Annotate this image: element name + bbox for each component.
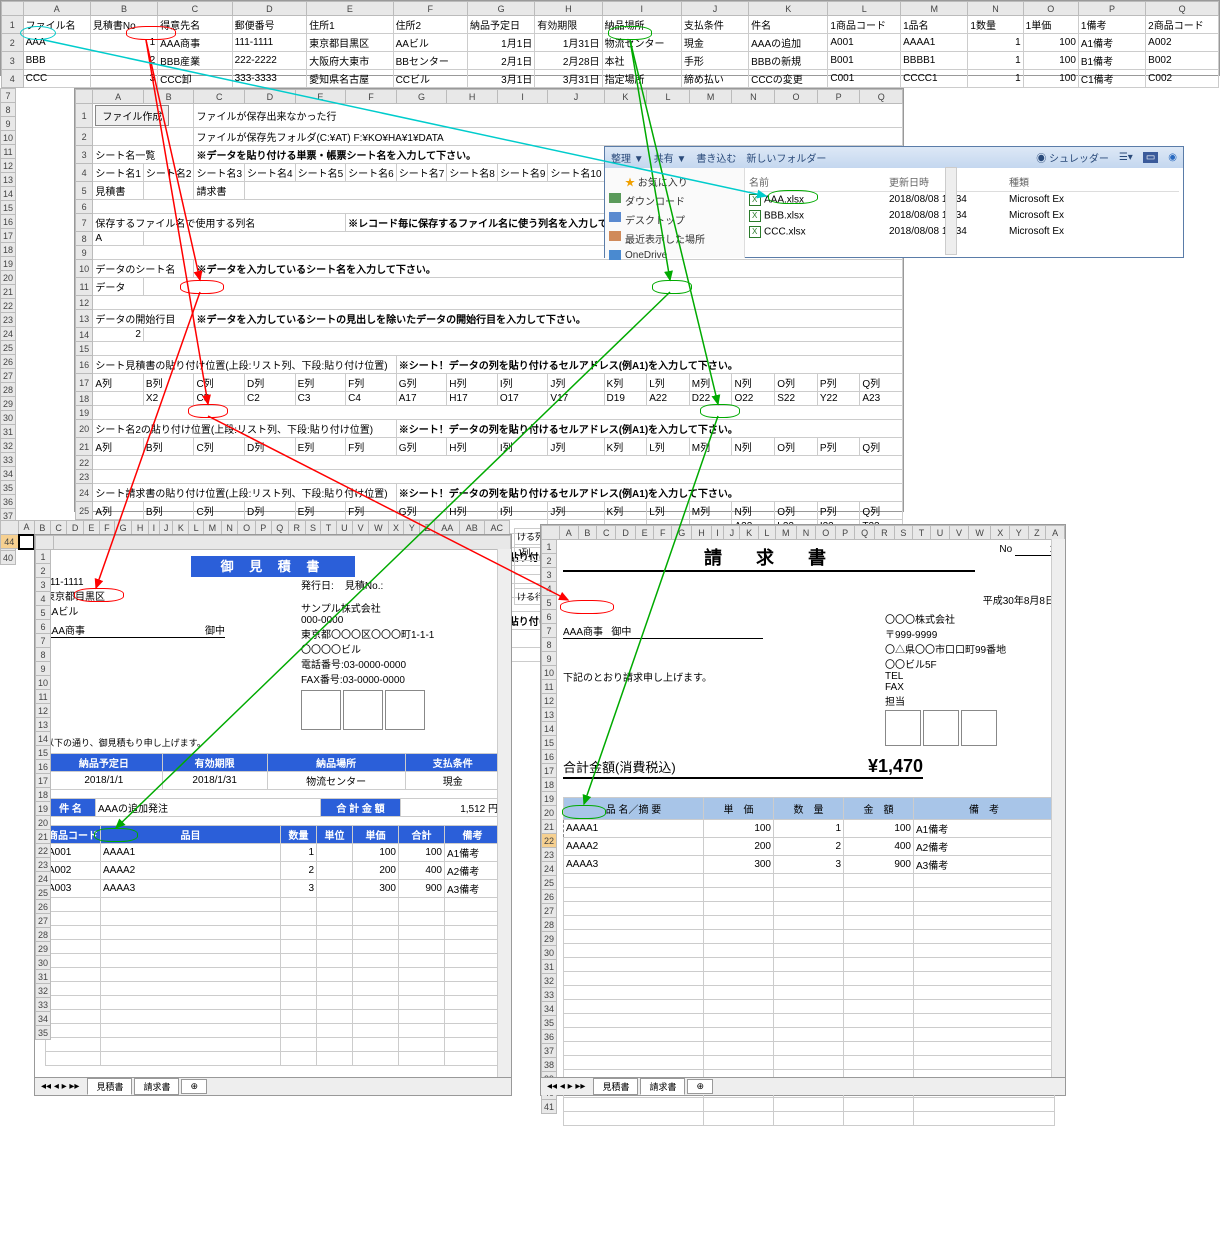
table-row[interactable]: AAAA33003900A3備考 xyxy=(564,856,1055,874)
favorites[interactable]: ★ お気に入り xyxy=(609,172,740,191)
top-data-sheet: ABCDEFGHIJKLMNOPQ 1ファイル名見積書No得意先名郵便番号住所1… xyxy=(0,0,1220,76)
scrollbar[interactable] xyxy=(497,549,511,1077)
onedrive[interactable]: OneDrive xyxy=(609,248,740,263)
invoice-customer: AAA商事 xyxy=(563,627,603,638)
col-headers: ABCDEFGHIJKLMNOPQ xyxy=(2,2,1219,16)
shredder-button[interactable]: ◉ シュレッダー xyxy=(1036,150,1109,165)
file-row[interactable]: CCC.xlsx2018/08/08 10:34Microsoft Ex xyxy=(749,224,1179,240)
scrollbar[interactable] xyxy=(945,167,957,255)
data-row[interactable]: 4CCC3CCC卸333-3333愛知県名古屋CCビル3月1日3月31日指定場所… xyxy=(2,70,1219,88)
table-row[interactable]: AAAA11001100A1備考 xyxy=(564,820,1055,838)
invoice-title: 請 求 書 xyxy=(563,544,975,572)
file-create-button[interactable]: ファイル作成 xyxy=(95,105,169,126)
xlsx-icon xyxy=(749,194,761,206)
table-row[interactable]: A002AAAA22200400A2備考 xyxy=(46,862,501,880)
view-icon[interactable]: ☰▾ xyxy=(1119,152,1133,163)
organize-button[interactable]: 整理 ▼ xyxy=(611,150,644,165)
data-row[interactable]: 3BBB2BBB産業222-2222大阪府大東市BBセンター2月1日2月28日本… xyxy=(2,52,1219,70)
quote-title: 御 見 積 書 xyxy=(191,556,356,577)
tab-quote[interactable]: 見積書 xyxy=(87,1078,132,1095)
outer-row-headers: 7891011121314151617181920212223242526272… xyxy=(0,88,18,565)
tab-invoice[interactable]: 請求書 xyxy=(640,1078,685,1095)
preview-icon[interactable]: ▭ xyxy=(1143,152,1158,163)
label: ファイルが保存出来なかった行 xyxy=(194,104,903,128)
tab-new[interactable]: ⊕ xyxy=(687,1079,713,1094)
share-button[interactable]: 共有 ▼ xyxy=(654,150,687,165)
xlsx-icon xyxy=(749,226,761,238)
file-row[interactable]: AAA.xlsx2018/08/08 10:34Microsoft Ex xyxy=(749,192,1179,208)
help-icon[interactable]: ◉ xyxy=(1168,152,1177,163)
scrollbar[interactable] xyxy=(1051,539,1065,1077)
invoice-sheet: ABCDEFGHIJKLMNOPQRSTUVWXYZA 請 求 書No 1 平成… xyxy=(540,524,1066,1096)
desktop[interactable]: デスクトップ xyxy=(609,210,740,229)
tab-quote[interactable]: 見積書 xyxy=(593,1078,638,1095)
table-row[interactable]: A003AAAA33300900A3備考 xyxy=(46,880,501,898)
data-row[interactable]: 2AAA1AAA商事111-1111東京都目黒区AAビル1月1日1月31日物流セ… xyxy=(2,34,1219,52)
downloads[interactable]: ダウンロード xyxy=(609,191,740,210)
write-button[interactable]: 書き込む xyxy=(696,150,736,165)
tab-invoice[interactable]: 請求書 xyxy=(134,1078,179,1095)
file-dialog: 整理 ▼ 共有 ▼ 書き込む 新しいフォルダー ◉ シュレッダー ☰▾ ▭ ◉ … xyxy=(604,146,1184,258)
tab-new[interactable]: ⊕ xyxy=(181,1079,207,1094)
active-cell[interactable] xyxy=(19,535,35,549)
quote-sheet: 御 見 積 書 111-1111 東京都目黒区 AAビル AAA商事御中 発行日… xyxy=(34,534,512,1096)
table-row[interactable]: AAAA22002400A2備考 xyxy=(564,838,1055,856)
newfolder-button[interactable]: 新しいフォルダー xyxy=(746,150,826,165)
recent[interactable]: 最近表示した場所 xyxy=(609,229,740,248)
file-row[interactable]: BBB.xlsx2018/08/08 10:34Microsoft Ex xyxy=(749,208,1179,224)
table-row[interactable]: A001AAAA11100100A1備考 xyxy=(46,844,501,862)
xlsx-icon xyxy=(749,210,761,222)
